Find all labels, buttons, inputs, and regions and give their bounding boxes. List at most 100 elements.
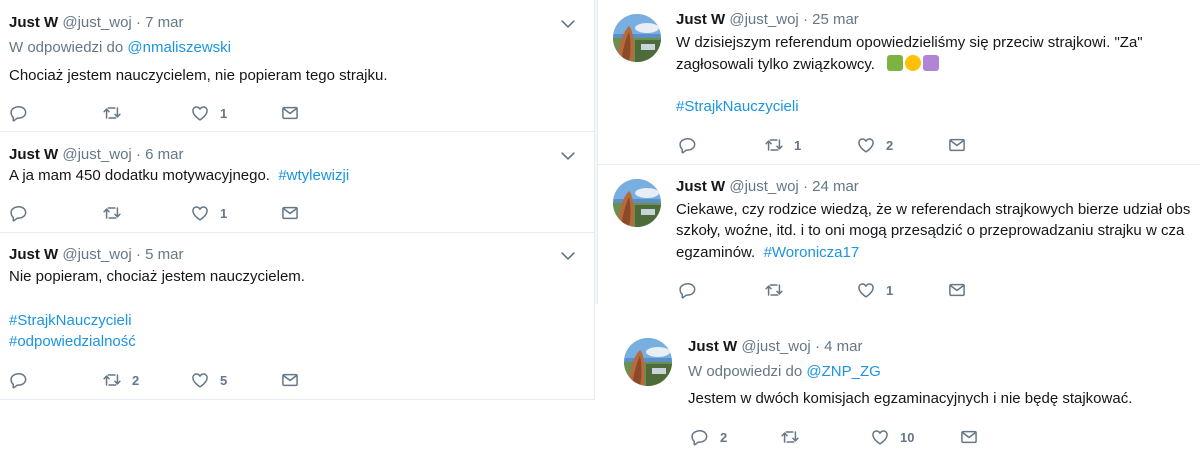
author-name[interactable]: Just W xyxy=(9,146,58,163)
author-name[interactable]: Just W xyxy=(676,11,725,28)
reply-icon xyxy=(690,427,710,447)
author-handle[interactable]: @just_woj xyxy=(729,178,798,195)
teacher-emoji-icon xyxy=(887,55,904,71)
retweet-button[interactable]: 2 xyxy=(102,369,139,391)
tweet-header: Just W @just_woj · 5 mar xyxy=(9,245,183,265)
tweet-date[interactable]: 6 mar xyxy=(145,146,183,163)
hashtag-link[interactable]: #StrajkNauczycieli xyxy=(676,97,799,117)
tweet[interactable]: Just W @just_woj · 5 mar Nie popieram, c… xyxy=(0,233,594,400)
tweet-actions: 1 xyxy=(9,202,309,224)
author-name[interactable]: Just W xyxy=(676,178,725,195)
chevron-down-icon[interactable] xyxy=(558,14,578,34)
tweet-date[interactable]: 24 mar xyxy=(812,178,859,195)
direct-message-button[interactable] xyxy=(947,134,967,156)
retweet-icon xyxy=(764,135,784,155)
reply-prefix: W odpowiedzi do xyxy=(9,39,124,56)
reply-icon xyxy=(9,103,29,123)
tweet-text: Nie popieram, chociaż jestem nauczyciele… xyxy=(9,268,305,285)
tweet[interactable]: Just W @just_woj · 6 mar A ja mam 450 do… xyxy=(0,132,594,233)
like-count: 1 xyxy=(886,282,894,298)
author-handle[interactable]: @just_woj xyxy=(62,14,131,31)
envelope-icon xyxy=(947,280,967,300)
tweet-date[interactable]: 25 mar xyxy=(812,11,859,28)
chevron-down-icon[interactable] xyxy=(558,146,578,166)
author-name[interactable]: Just W xyxy=(9,246,58,263)
like-count: 2 xyxy=(886,137,894,153)
reply-to-link[interactable]: @ZNP_ZG xyxy=(806,363,880,380)
reply-count: 2 xyxy=(720,429,728,445)
tweet-actions: 1 xyxy=(9,102,309,124)
author-handle[interactable]: @just_woj xyxy=(62,246,131,263)
hashtag-link[interactable]: #Woronicza17 xyxy=(764,244,860,261)
like-count: 1 xyxy=(220,205,228,221)
tweet-actions: 1 xyxy=(678,279,978,301)
tweet-text: zagłosowali tylko związkowcy. xyxy=(676,55,941,75)
like-button[interactable]: 10 xyxy=(870,426,914,448)
direct-message-button[interactable] xyxy=(280,202,300,224)
reply-button[interactable]: 2 xyxy=(690,426,727,448)
reply-button[interactable] xyxy=(678,134,708,156)
hashtag-link[interactable]: #StrajkNauczycieli xyxy=(9,311,132,331)
retweet-icon xyxy=(102,370,122,390)
heart-icon xyxy=(190,103,210,123)
retweet-icon xyxy=(780,427,800,447)
reply-button[interactable] xyxy=(9,102,39,124)
chevron-down-icon[interactable] xyxy=(558,246,578,266)
envelope-icon xyxy=(280,203,300,223)
direct-message-button[interactable] xyxy=(280,102,300,124)
reply-button[interactable] xyxy=(9,369,39,391)
reply-context: W odpowiedzi do @nmaliszewski xyxy=(9,39,231,56)
like-button[interactable]: 1 xyxy=(190,102,227,124)
avatar[interactable] xyxy=(624,338,672,386)
tweet-header: Just W @just_woj · 25 mar xyxy=(676,10,859,30)
separator-dot: · xyxy=(802,178,808,195)
retweet-button[interactable] xyxy=(102,202,132,224)
hashtag-link[interactable]: #odpowiedzialność xyxy=(9,332,136,352)
like-button[interactable]: 5 xyxy=(190,369,227,391)
tweet-text-line: A ja mam 450 dodatku motywacyjnego. xyxy=(9,167,270,184)
direct-message-button[interactable] xyxy=(947,279,967,301)
tweet-date[interactable]: 5 mar xyxy=(145,246,183,263)
tweet-actions: 1 2 xyxy=(678,134,978,156)
like-button[interactable]: 1 xyxy=(856,279,893,301)
separator-dot: · xyxy=(135,14,141,31)
hashtag-link[interactable]: #wtylewizji xyxy=(278,167,349,184)
author-handle[interactable]: @just_woj xyxy=(741,338,810,355)
retweet-count: 1 xyxy=(794,137,802,153)
smile-emoji-icon xyxy=(905,55,922,71)
tweet[interactable]: Just W @just_woj · 24 mar Ciekawe, czy r… xyxy=(598,165,1200,304)
reply-button[interactable] xyxy=(9,202,39,224)
author-handle[interactable]: @just_woj xyxy=(729,11,798,28)
retweet-button[interactable]: 1 xyxy=(764,134,801,156)
retweet-button[interactable] xyxy=(102,102,132,124)
retweet-icon xyxy=(764,280,784,300)
retweet-button[interactable] xyxy=(780,426,810,448)
tweet[interactable]: Just W @just_woj · 4 mar W odpowiedzi do… xyxy=(610,328,1200,462)
reply-button[interactable] xyxy=(678,279,708,301)
author-name[interactable]: Just W xyxy=(688,338,737,355)
like-button[interactable]: 2 xyxy=(856,134,893,156)
heart-icon xyxy=(856,280,876,300)
direct-message-button[interactable] xyxy=(280,369,300,391)
retweet-button[interactable] xyxy=(764,279,794,301)
tweet-date[interactable]: 7 mar xyxy=(145,14,183,31)
separator-dot: · xyxy=(135,246,141,263)
left-timeline: Just W @just_woj · 7 mar W odpowiedzi do… xyxy=(0,0,595,400)
reply-icon xyxy=(678,135,698,155)
tweet-date[interactable]: 4 mar xyxy=(824,338,862,355)
tweet-text-line: szkoły, woźne, itd. i to oni mogą przesą… xyxy=(676,222,1185,239)
like-button[interactable]: 1 xyxy=(190,202,227,224)
retweet-icon xyxy=(102,203,122,223)
avatar[interactable] xyxy=(613,179,661,227)
avatar[interactable] xyxy=(613,14,661,62)
tweet[interactable]: Just W @just_woj · 7 mar W odpowiedzi do… xyxy=(0,0,594,132)
reply-to-link[interactable]: @nmaliszewski xyxy=(127,39,231,56)
author-handle[interactable]: @just_woj xyxy=(62,146,131,163)
author-name[interactable]: Just W xyxy=(9,14,58,31)
separator-dot: · xyxy=(135,146,141,163)
separator-dot: · xyxy=(814,338,820,355)
tweet[interactable]: Just W @just_woj · 25 mar W dzisiejszym … xyxy=(598,0,1200,165)
direct-message-button[interactable] xyxy=(959,426,979,448)
tweet-text: Chociaż jestem nauczycielem, nie popiera… xyxy=(9,67,388,84)
tweet-header: Just W @just_woj · 24 mar xyxy=(676,177,859,197)
